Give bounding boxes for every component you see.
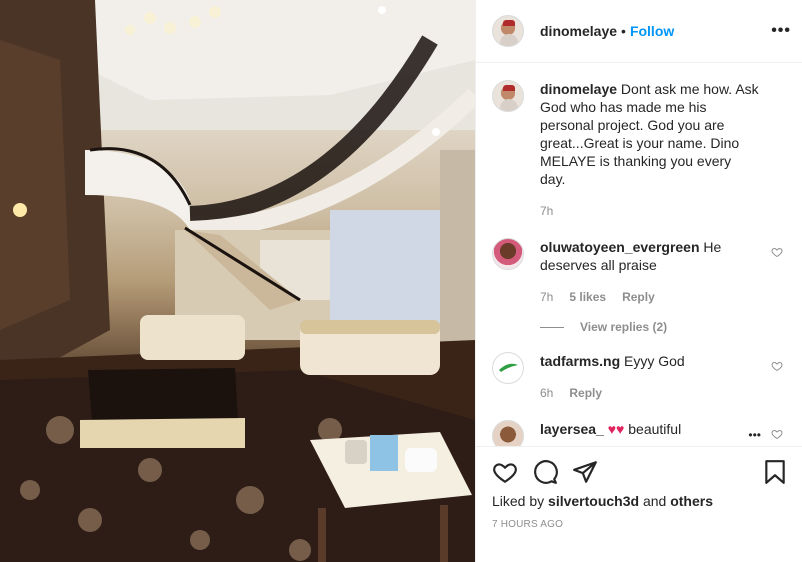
- bookmark-icon[interactable]: [762, 459, 788, 485]
- comment-item: tadfarms.ng Eyyy God 6h Reply: [492, 352, 787, 402]
- author-avatar[interactable]: [492, 15, 524, 47]
- view-replies-label[interactable]: View replies (2): [580, 320, 667, 334]
- liked-by-line: Liked by silvertouch3d and others: [492, 493, 713, 509]
- liked-others-link[interactable]: others: [670, 493, 713, 509]
- comment-item: oluwatoyeen_evergreen He deserves all pr…: [492, 238, 787, 306]
- liked-and: and: [642, 493, 667, 509]
- comment-more-icon[interactable]: •••: [748, 428, 761, 442]
- post-actions: Liked by silvertouch3d and others 7 HOUR…: [476, 446, 802, 562]
- comment-icon[interactable]: [532, 459, 558, 485]
- comment-text: Eyyy God: [624, 353, 685, 369]
- action-icons-row: [492, 459, 787, 485]
- caption-avatar[interactable]: [492, 80, 524, 112]
- caption-time[interactable]: 7h: [540, 202, 553, 220]
- leaf-logo-icon: [499, 363, 518, 372]
- liked-user-link[interactable]: silvertouch3d: [548, 493, 639, 509]
- comment-time[interactable]: 7h: [540, 288, 553, 306]
- more-options-icon[interactable]: •••: [771, 22, 791, 40]
- comment-like-heart-icon[interactable]: [771, 360, 783, 372]
- view-replies-button[interactable]: View replies (2): [540, 320, 787, 334]
- mansion-interior-image: [0, 0, 475, 562]
- heart-icon[interactable]: [492, 459, 518, 485]
- post-photo[interactable]: [0, 0, 475, 562]
- comment-like-heart-icon[interactable]: [771, 428, 783, 440]
- red-heart-emoji-icon: ♥♥: [607, 421, 625, 437]
- paper-plane-icon[interactable]: [572, 459, 598, 485]
- caption-username[interactable]: dinomelaye: [540, 81, 617, 97]
- caption: dinomelaye Dont ask me how. Ask God who …: [492, 80, 787, 220]
- comment-time[interactable]: 6h: [540, 384, 553, 402]
- commenter-avatar[interactable]: [492, 420, 524, 446]
- commenter-avatar[interactable]: [492, 352, 524, 384]
- liked-prefix: Liked by: [492, 493, 545, 509]
- comment-item: layersea_ ♥♥ beautiful •••: [492, 420, 787, 446]
- post-timestamp[interactable]: 7 HOURS AGO: [492, 519, 563, 530]
- comments-list[interactable]: dinomelaye Dont ask me how. Ask God who …: [476, 64, 802, 446]
- follow-button[interactable]: Follow: [630, 23, 674, 39]
- comment-text: beautiful: [628, 421, 682, 437]
- commenter-username[interactable]: tadfarms.ng: [540, 353, 620, 369]
- commenter-username[interactable]: oluwatoyeen_evergreen: [540, 239, 700, 255]
- comment-likes[interactable]: 5 likes: [569, 288, 606, 306]
- commenter-avatar[interactable]: [492, 238, 524, 270]
- reply-button[interactable]: Reply: [569, 384, 602, 402]
- post-header: dinomelaye • Follow •••: [476, 0, 802, 63]
- author-username[interactable]: dinomelaye: [540, 23, 617, 39]
- separator-dot: •: [621, 23, 626, 39]
- commenter-username[interactable]: layersea_: [540, 421, 604, 437]
- post-side-panel: dinomelaye • Follow ••• dinomelaye Dont …: [475, 0, 802, 562]
- comment-like-heart-icon[interactable]: [771, 246, 783, 258]
- replies-line: [540, 326, 564, 328]
- reply-button[interactable]: Reply: [622, 288, 655, 306]
